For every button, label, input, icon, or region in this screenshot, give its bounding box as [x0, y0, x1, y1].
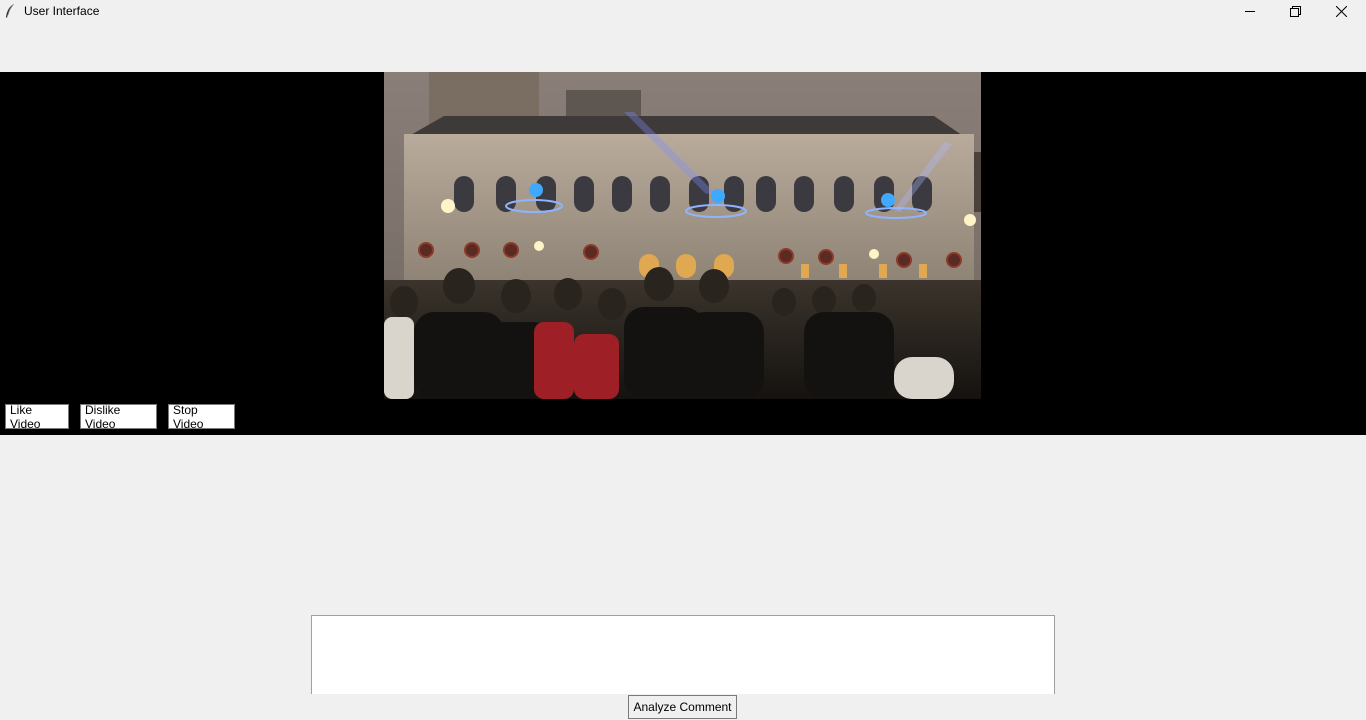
feather-icon	[4, 3, 16, 19]
minimize-icon	[1244, 6, 1256, 17]
dislike-video-button[interactable]: Dislike Video	[80, 403, 157, 431]
close-icon	[1335, 6, 1347, 17]
analyze-comment-button[interactable]: Analyze Comment	[628, 695, 737, 719]
close-button[interactable]	[1318, 0, 1364, 23]
restore-icon	[1289, 6, 1301, 17]
video-frame[interactable]	[384, 72, 981, 399]
comment-input[interactable]	[311, 615, 1055, 694]
window-title: User Interface	[24, 4, 100, 18]
video-panel: Like Video Dislike Video Stop Video	[0, 72, 1366, 435]
restore-button[interactable]	[1272, 0, 1318, 23]
title-bar: User Interface	[0, 0, 1366, 23]
like-video-button[interactable]: Like Video	[5, 403, 69, 431]
app-window: User Interface Like Video Dislike Video …	[0, 0, 1366, 720]
stop-video-button[interactable]: Stop Video	[168, 403, 235, 431]
minimize-button[interactable]	[1227, 0, 1273, 23]
